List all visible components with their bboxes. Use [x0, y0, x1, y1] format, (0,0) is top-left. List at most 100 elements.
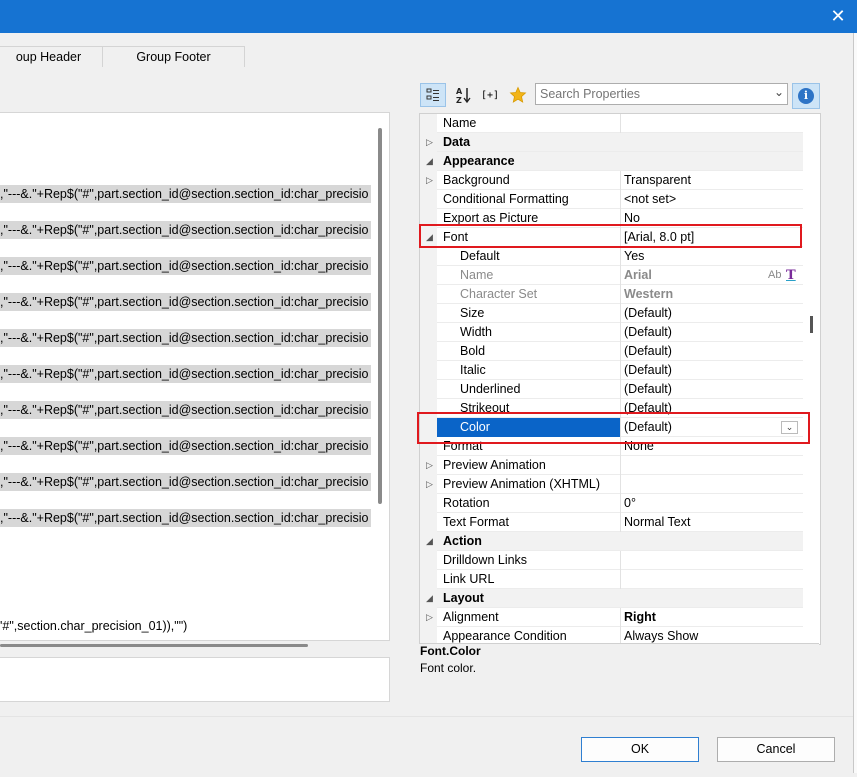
code-line: '#",section.char_precision_01)),""): [0, 619, 188, 633]
property-grid[interactable]: Name ▷ Data ◢ Appearance ▷ Background Transpare…: [419, 113, 821, 645]
property-row-text-format[interactable]: Text Format Normal Text: [420, 513, 803, 532]
editor-output-box[interactable]: [0, 657, 390, 702]
divider: [0, 716, 853, 717]
property-value[interactable]: <not set>: [624, 190, 676, 209]
collapse-icon[interactable]: ◢: [426, 532, 433, 551]
property-row-preview-animation-xhtml[interactable]: ▷ Preview Animation (XHTML): [420, 475, 803, 494]
column-separator: [620, 380, 621, 399]
description-text: Font color.: [420, 661, 477, 675]
cancel-button[interactable]: Cancel: [717, 737, 835, 762]
editor-vertical-scrollbar[interactable]: [378, 128, 382, 504]
row-gutter: [420, 513, 437, 532]
property-value[interactable]: (Default): [624, 380, 672, 399]
property-row-character-set[interactable]: Character Set Western: [420, 285, 803, 304]
categorized-icon: [426, 88, 439, 101]
column-separator: [620, 285, 621, 304]
search-input[interactable]: [536, 84, 769, 104]
info-button[interactable]: i: [792, 83, 820, 109]
search-properties-field[interactable]: ⌄: [535, 83, 788, 105]
property-row-size[interactable]: Size (Default): [420, 304, 803, 323]
expand-icon[interactable]: ▷: [426, 456, 433, 475]
expression-icon[interactable]: [+]: [477, 83, 503, 107]
property-row-drilldown-links[interactable]: Drilldown Links: [420, 551, 803, 570]
editor-horizontal-scrollbar[interactable]: [0, 644, 308, 647]
property-name: Name: [460, 268, 494, 282]
property-row-name[interactable]: Name Arial Ab T: [420, 266, 803, 285]
property-name: Preview Animation: [443, 458, 546, 472]
property-name: Size: [460, 306, 485, 320]
collapse-icon[interactable]: ◢: [426, 589, 433, 608]
close-icon[interactable]: ✕: [829, 7, 847, 25]
title-bar: ✕: [0, 0, 857, 33]
property-value[interactable]: Arial: [624, 266, 652, 285]
column-separator: [620, 513, 621, 532]
property-value[interactable]: (Default): [624, 323, 672, 342]
property-row-default[interactable]: Default Yes: [420, 247, 803, 266]
tab-group-header[interactable]: oup Header: [0, 46, 103, 67]
chevron-down-icon[interactable]: ⌄: [774, 85, 784, 99]
property-name: Alignment: [443, 610, 499, 624]
star-icon: [509, 86, 527, 103]
property-row-bold[interactable]: Bold (Default): [420, 342, 803, 361]
property-name: Preview Animation (XHTML): [443, 477, 600, 491]
category-appearance[interactable]: ◢ Appearance: [420, 152, 803, 171]
property-row-link-url[interactable]: Link URL: [420, 570, 803, 589]
expression-editor[interactable]: ,"---&."+Rep$("#",part.section_id@sectio…: [0, 112, 390, 641]
property-row-background[interactable]: ▷ Background Transparent: [420, 171, 803, 190]
property-name: Layout: [443, 591, 484, 605]
property-value[interactable]: Normal Text: [624, 513, 690, 532]
row-gutter: [420, 304, 437, 323]
property-value[interactable]: Yes: [624, 247, 644, 266]
code-line: ,"---&."+Rep$("#",part.section_id@sectio…: [0, 401, 371, 419]
expand-icon[interactable]: ▷: [426, 133, 433, 152]
property-row-width[interactable]: Width (Default): [420, 323, 803, 342]
property-row-name[interactable]: Name: [420, 114, 803, 133]
info-icon: i: [798, 88, 814, 104]
row-gutter: [420, 494, 437, 513]
property-name: Name: [443, 116, 477, 130]
font-dialog-icon[interactable]: T: [786, 266, 796, 285]
property-value[interactable]: (Default): [624, 342, 672, 361]
column-separator: [620, 114, 621, 133]
column-separator: [620, 570, 621, 589]
svg-text:Z: Z: [456, 96, 462, 104]
category-action[interactable]: ◢ Action: [420, 532, 803, 551]
property-row-conditional-formatting[interactable]: Conditional Formatting <not set>: [420, 190, 803, 209]
expand-icon[interactable]: ▷: [426, 608, 433, 627]
column-separator: [620, 551, 621, 570]
property-row-italic[interactable]: Italic (Default): [420, 361, 803, 380]
column-separator: [620, 266, 621, 285]
sort-alphabetical-button[interactable]: A Z: [450, 83, 476, 107]
property-value[interactable]: (Default): [624, 304, 672, 323]
code-line: ,"---&."+Rep$("#",part.section_id@sectio…: [0, 437, 371, 455]
property-name: Link URL: [443, 572, 495, 586]
expand-icon[interactable]: ▷: [426, 171, 433, 190]
column-separator: [620, 323, 621, 342]
property-description: Font.Color Font color.: [419, 643, 819, 704]
property-row-alignment[interactable]: ▷ Alignment Right: [420, 608, 803, 627]
category-layout[interactable]: ◢ Layout: [420, 589, 803, 608]
font-preview-icon: Ab: [768, 269, 782, 281]
categorized-view-button[interactable]: [420, 83, 446, 107]
property-row-rotation[interactable]: Rotation 0°: [420, 494, 803, 513]
property-value[interactable]: Right: [624, 608, 656, 627]
favorites-button[interactable]: [505, 83, 531, 107]
category-data[interactable]: ▷ Data: [420, 133, 803, 152]
code-line: ,"---&."+Rep$("#",part.section_id@sectio…: [0, 257, 371, 275]
row-gutter: [420, 570, 437, 589]
property-name: Background: [443, 173, 510, 187]
property-value[interactable]: 0°: [624, 494, 636, 513]
property-value[interactable]: Transparent: [624, 171, 691, 190]
expand-icon[interactable]: ▷: [426, 475, 433, 494]
property-row-preview-animation[interactable]: ▷ Preview Animation: [420, 456, 803, 475]
property-row-underlined[interactable]: Underlined (Default): [420, 380, 803, 399]
tab-group-footer[interactable]: Group Footer: [102, 46, 245, 67]
collapse-icon[interactable]: ◢: [426, 152, 433, 171]
code-line: ,"---&."+Rep$("#",part.section_id@sectio…: [0, 185, 371, 203]
property-name: Bold: [460, 344, 486, 358]
property-value[interactable]: Western: [624, 285, 673, 304]
ok-button[interactable]: OK: [581, 737, 699, 762]
property-value[interactable]: (Default): [624, 361, 672, 380]
property-grid-scrollbar[interactable]: [810, 316, 813, 333]
row-gutter: [420, 361, 437, 380]
